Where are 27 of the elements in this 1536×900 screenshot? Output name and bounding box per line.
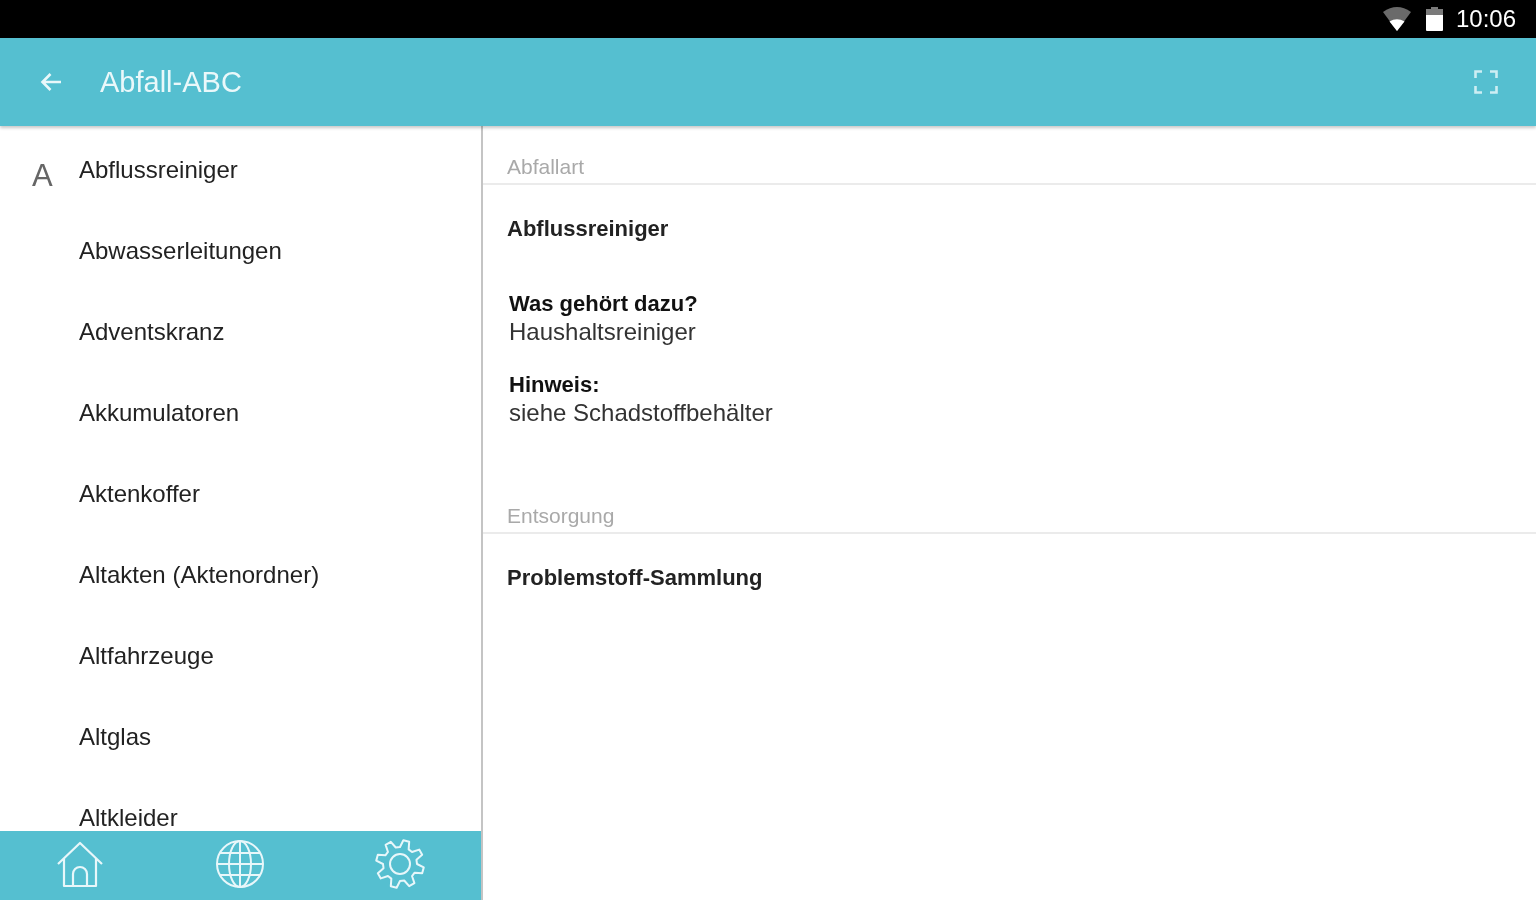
- fullscreen-icon: [1474, 70, 1498, 94]
- house-icon: [55, 839, 105, 889]
- list-item[interactable]: Aktenkoffer: [79, 481, 200, 507]
- item-title: Problemstoff-Sammlung: [507, 565, 763, 591]
- index-letter: A: [32, 158, 53, 193]
- list-item[interactable]: Akkumulatoren: [79, 400, 240, 426]
- field-value: Haushaltsreiniger: [509, 318, 696, 346]
- list-item[interactable]: Abwasserleitungen: [79, 238, 282, 264]
- list-item[interactable]: Altglas: [79, 724, 152, 750]
- field-label: Was gehört dazu?: [509, 290, 698, 318]
- list-item[interactable]: Altakten (Aktenordner): [79, 562, 320, 588]
- section-heading: Abfallart: [507, 155, 585, 178]
- list-item[interactable]: Altfahrzeuge: [79, 643, 214, 669]
- list-item[interactable]: Adventskranz: [79, 319, 225, 345]
- back-arrow-icon: [40, 71, 62, 93]
- globe-icon: [215, 839, 265, 889]
- list-item[interactable]: Altkleider: [79, 805, 178, 831]
- wifi-icon: [1382, 7, 1411, 31]
- item-title: Abflussreiniger: [507, 216, 669, 242]
- field-value: siehe Schadstoffbehälter: [509, 399, 773, 427]
- status-time: 10:06: [1455, 6, 1516, 32]
- list-item[interactable]: Abflussreiniger: [79, 157, 238, 183]
- toolbar-title: Abfall-ABC: [100, 65, 242, 99]
- section-heading: Entsorgung: [507, 504, 615, 527]
- settings-icon: [375, 839, 425, 889]
- battery-icon: [1425, 7, 1443, 31]
- field-label: Hinweis:: [509, 371, 600, 399]
